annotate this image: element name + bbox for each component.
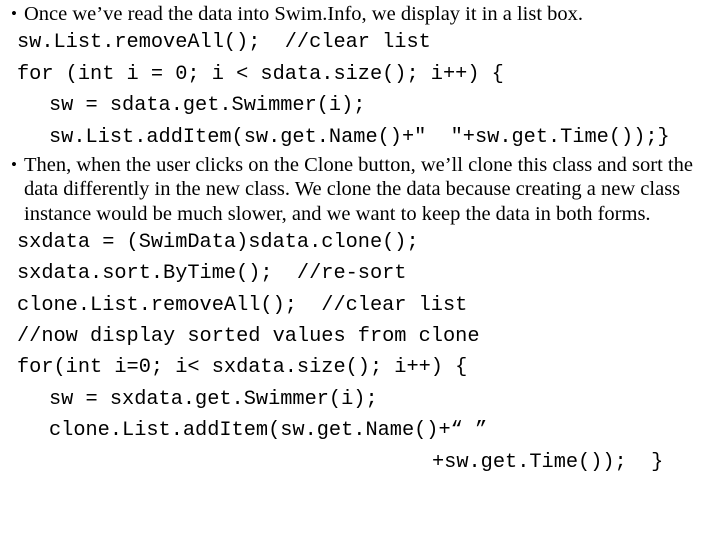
code-line: sw = sxdata.get.Swimmer(i); [49,387,378,411]
code-line: sw.List.addItem(sw.get.Name()+" "+sw.get… [49,125,670,149]
list-item-text: Once we’ve read the data into Swim.Info,… [24,3,584,25]
code-line: clone.List.removeAll(); //clear list [17,293,468,317]
code-line: +sw.get.Time()); } [432,450,664,474]
code-line: sxdata.sort.ByTime(); //re-sort [17,262,407,286]
code-line: for(int i=0; i< sxdata.size(); i++) { [17,356,468,380]
slide-content: • Once we’ve read the data into Swim.Inf… [0,2,720,478]
code-line: sw.List.removeAll(); //clear list [17,31,431,55]
bullet-marker-icon: • [11,4,17,23]
slide-canvas: • Once we’ve read the data into Swim.Inf… [0,0,720,540]
list-item-text: Then, when the user clicks on the Clone … [24,153,693,225]
bullet-marker-icon: • [11,154,17,174]
list-item: • Then, when the user clicks on the Clon… [0,153,720,226]
code-line: for (int i = 0; i < sdata.size(); i++) { [17,62,504,86]
code-line: //now display sorted values from clone [17,325,480,349]
code-line: clone.List.addItem(sw.get.Name()+“ ” [49,419,488,443]
list-item: • Once we’ve read the data into Swim.Inf… [0,2,720,26]
code-line: sxdata = (SwimData)sdata.clone(); [17,230,419,254]
code-line: sw = sdata.get.Swimmer(i); [49,94,366,118]
